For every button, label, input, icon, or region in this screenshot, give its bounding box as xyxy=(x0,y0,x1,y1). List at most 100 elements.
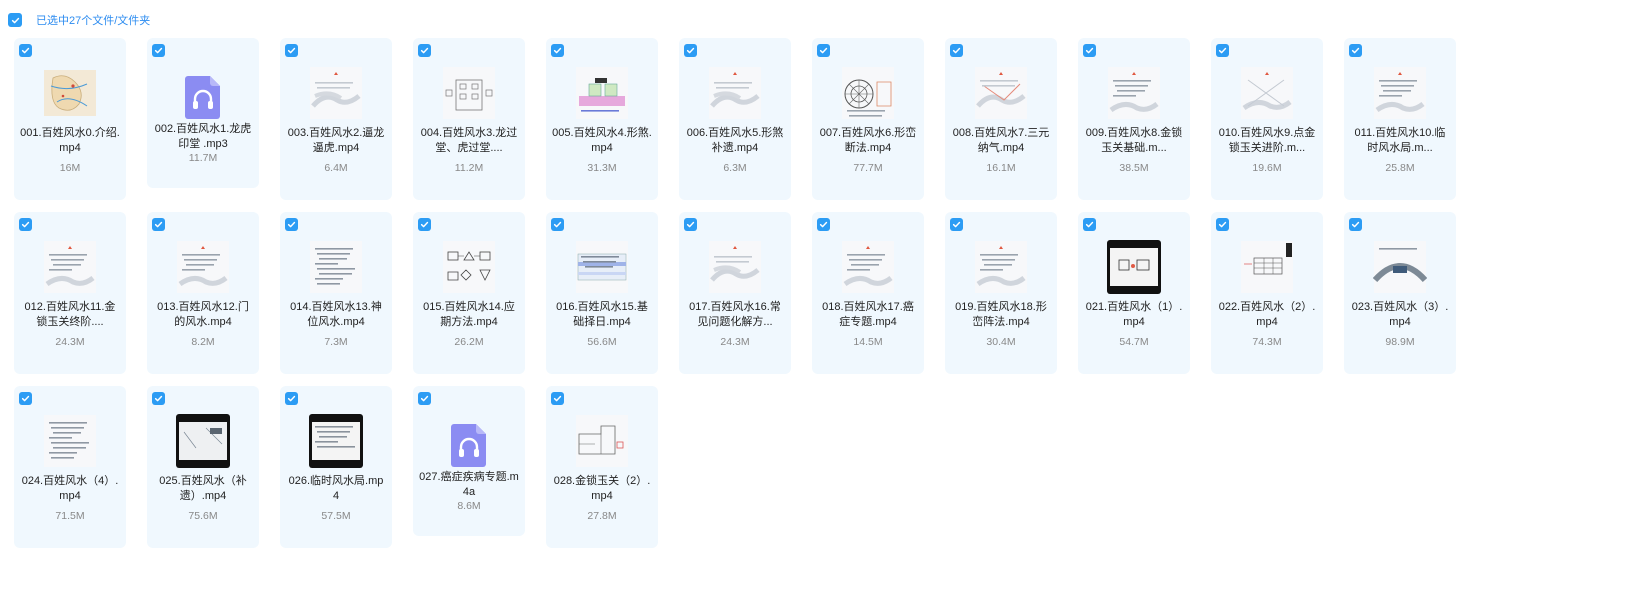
file-tile[interactable]: 027.癌症疾病专题.m4a 8.6M xyxy=(413,386,525,536)
file-tile[interactable]: 003.百姓风水2.逼龙逼虎.mp4 6.4M xyxy=(280,38,392,200)
file-checkbox[interactable] xyxy=(551,392,564,405)
file-thumbnail xyxy=(14,66,126,120)
file-checkbox[interactable] xyxy=(1216,44,1229,57)
file-tile[interactable]: 023.百姓风水（3）.mp4 98.9M xyxy=(1344,212,1456,374)
file-name: 024.百姓风水（4）.mp4 xyxy=(21,475,119,502)
file-name: 005.百姓风水4.形煞.mp4 xyxy=(552,127,652,154)
file-tile[interactable]: 009.百姓风水8.金锁玉关基础.m... 38.5M xyxy=(1078,38,1190,200)
file-tile[interactable]: 025.百姓风水（补遗）.mp4 75.6M xyxy=(147,386,259,548)
file-checkbox[interactable] xyxy=(19,44,32,57)
file-tile[interactable]: 017.百姓风水16.常见问题化解方... 24.3M xyxy=(679,212,791,374)
file-checkbox[interactable] xyxy=(684,218,697,231)
check-icon xyxy=(287,47,296,54)
file-tile[interactable]: 010.百姓风水9.点金锁玉关进阶.m... 19.6M xyxy=(1211,38,1323,200)
file-tile[interactable]: 008.百姓风水7.三元纳气.mp4 16.1M xyxy=(945,38,1057,200)
file-thumbnail xyxy=(1078,240,1190,294)
file-thumbnail xyxy=(812,66,924,120)
file-tile[interactable]: 024.百姓风水（4）.mp4 71.5M xyxy=(14,386,126,548)
file-tile[interactable]: 026.临时风水局.mp4 57.5M xyxy=(280,386,392,548)
check-icon xyxy=(154,221,163,228)
check-icon xyxy=(287,395,296,402)
file-checkbox[interactable] xyxy=(285,44,298,57)
file-tile[interactable]: 004.百姓风水3.龙过堂、虎过堂.... 11.2M xyxy=(413,38,525,200)
file-thumbnail xyxy=(280,66,392,120)
file-thumbnail xyxy=(1211,240,1323,294)
file-tile[interactable]: 011.百姓风水10.临时风水局.m... 25.8M xyxy=(1344,38,1456,200)
file-tile[interactable]: 002.百姓风水1.龙虎印堂 .mp3 11.7M xyxy=(147,38,259,188)
select-all-checkbox[interactable] xyxy=(8,13,22,27)
file-checkbox[interactable] xyxy=(1349,44,1362,57)
file-thumbnail xyxy=(14,414,126,468)
file-checkbox[interactable] xyxy=(551,44,564,57)
check-icon xyxy=(21,221,30,228)
file-checkbox[interactable] xyxy=(1216,218,1229,231)
file-size: 25.8M xyxy=(1385,162,1415,174)
file-tile[interactable]: 007.百姓风水6.形峦断法.mp4 77.7M xyxy=(812,38,924,200)
audio-file-icon xyxy=(413,418,525,472)
audio-file-icon xyxy=(147,70,259,124)
file-checkbox[interactable] xyxy=(817,218,830,231)
selection-count-text: 已选中27个文件/文件夹 xyxy=(36,15,151,27)
file-thumbnail xyxy=(147,414,259,468)
file-checkbox[interactable] xyxy=(152,218,165,231)
file-checkbox[interactable] xyxy=(418,392,431,405)
file-name: 015.百姓风水14.应期方法.mp4 xyxy=(423,301,515,328)
file-checkbox[interactable] xyxy=(418,44,431,57)
file-size: 16.1M xyxy=(986,162,1016,174)
file-size: 71.5M xyxy=(55,510,85,522)
file-size: 77.7M xyxy=(853,162,883,174)
check-icon xyxy=(287,221,296,228)
check-icon xyxy=(1218,221,1227,228)
file-tile[interactable]: 028.金锁玉关（2）.mp4 27.8M xyxy=(546,386,658,548)
file-tile[interactable]: 001.百姓风水0.介绍.mp4 16M xyxy=(14,38,126,200)
file-thumbnail xyxy=(14,240,126,294)
file-checkbox[interactable] xyxy=(152,44,165,57)
file-size: 54.7M xyxy=(1119,336,1149,348)
check-icon xyxy=(154,47,163,54)
file-checkbox[interactable] xyxy=(285,392,298,405)
check-icon xyxy=(154,395,163,402)
file-checkbox[interactable] xyxy=(817,44,830,57)
file-name: 008.百姓风水7.三元纳气.mp4 xyxy=(952,127,1050,154)
file-size: 75.6M xyxy=(188,510,218,522)
file-size: 98.9M xyxy=(1385,336,1415,348)
file-checkbox[interactable] xyxy=(152,392,165,405)
file-name: 021.百姓风水（1）.mp4 xyxy=(1085,301,1183,328)
file-tile[interactable]: 012.百姓风水11.金锁玉关终阶.... 24.3M xyxy=(14,212,126,374)
selection-bar: 已选中27个文件/文件夹 xyxy=(8,10,150,30)
file-size: 31.3M xyxy=(587,162,617,174)
file-checkbox[interactable] xyxy=(285,218,298,231)
file-checkbox[interactable] xyxy=(684,44,697,57)
file-thumbnail xyxy=(945,66,1057,120)
file-checkbox[interactable] xyxy=(19,218,32,231)
file-tile[interactable]: 015.百姓风水14.应期方法.mp4 26.2M xyxy=(413,212,525,374)
file-checkbox[interactable] xyxy=(1349,218,1362,231)
file-name: 004.百姓风水3.龙过堂、虎过堂.... xyxy=(420,127,518,154)
file-tile[interactable]: 021.百姓风水（1）.mp4 54.7M xyxy=(1078,212,1190,374)
file-thumbnail xyxy=(945,240,1057,294)
check-icon xyxy=(819,221,828,228)
file-checkbox[interactable] xyxy=(418,218,431,231)
file-tile[interactable]: 006.百姓风水5.形煞补遗.mp4 6.3M xyxy=(679,38,791,200)
check-icon xyxy=(11,17,19,23)
file-checkbox[interactable] xyxy=(950,44,963,57)
file-name: 028.金锁玉关（2）.mp4 xyxy=(553,475,651,502)
file-checkbox[interactable] xyxy=(1083,44,1096,57)
file-size: 6.4M xyxy=(324,162,348,174)
file-name: 013.百姓风水12.门的风水.mp4 xyxy=(157,301,249,328)
file-tile[interactable]: 016.百姓风水15.基础择日.mp4 56.6M xyxy=(546,212,658,374)
file-tile[interactable]: 013.百姓风水12.门的风水.mp4 8.2M xyxy=(147,212,259,374)
file-tile[interactable]: 018.百姓风水17.癌症专题.mp4 14.5M xyxy=(812,212,924,374)
file-checkbox[interactable] xyxy=(19,392,32,405)
file-tile[interactable]: 005.百姓风水4.形煞.mp4 31.3M xyxy=(546,38,658,200)
check-icon xyxy=(952,47,961,54)
file-tile[interactable]: 014.百姓风水13.神位风水.mp4 7.3M xyxy=(280,212,392,374)
file-checkbox[interactable] xyxy=(551,218,564,231)
file-tile[interactable]: 019.百姓风水18.形峦阵法.mp4 30.4M xyxy=(945,212,1057,374)
file-checkbox[interactable] xyxy=(1083,218,1096,231)
file-checkbox[interactable] xyxy=(950,218,963,231)
check-icon xyxy=(420,395,429,402)
check-icon xyxy=(1085,221,1094,228)
check-icon xyxy=(819,47,828,54)
file-tile[interactable]: 022.百姓风水（2）.mp4 74.3M xyxy=(1211,212,1323,374)
